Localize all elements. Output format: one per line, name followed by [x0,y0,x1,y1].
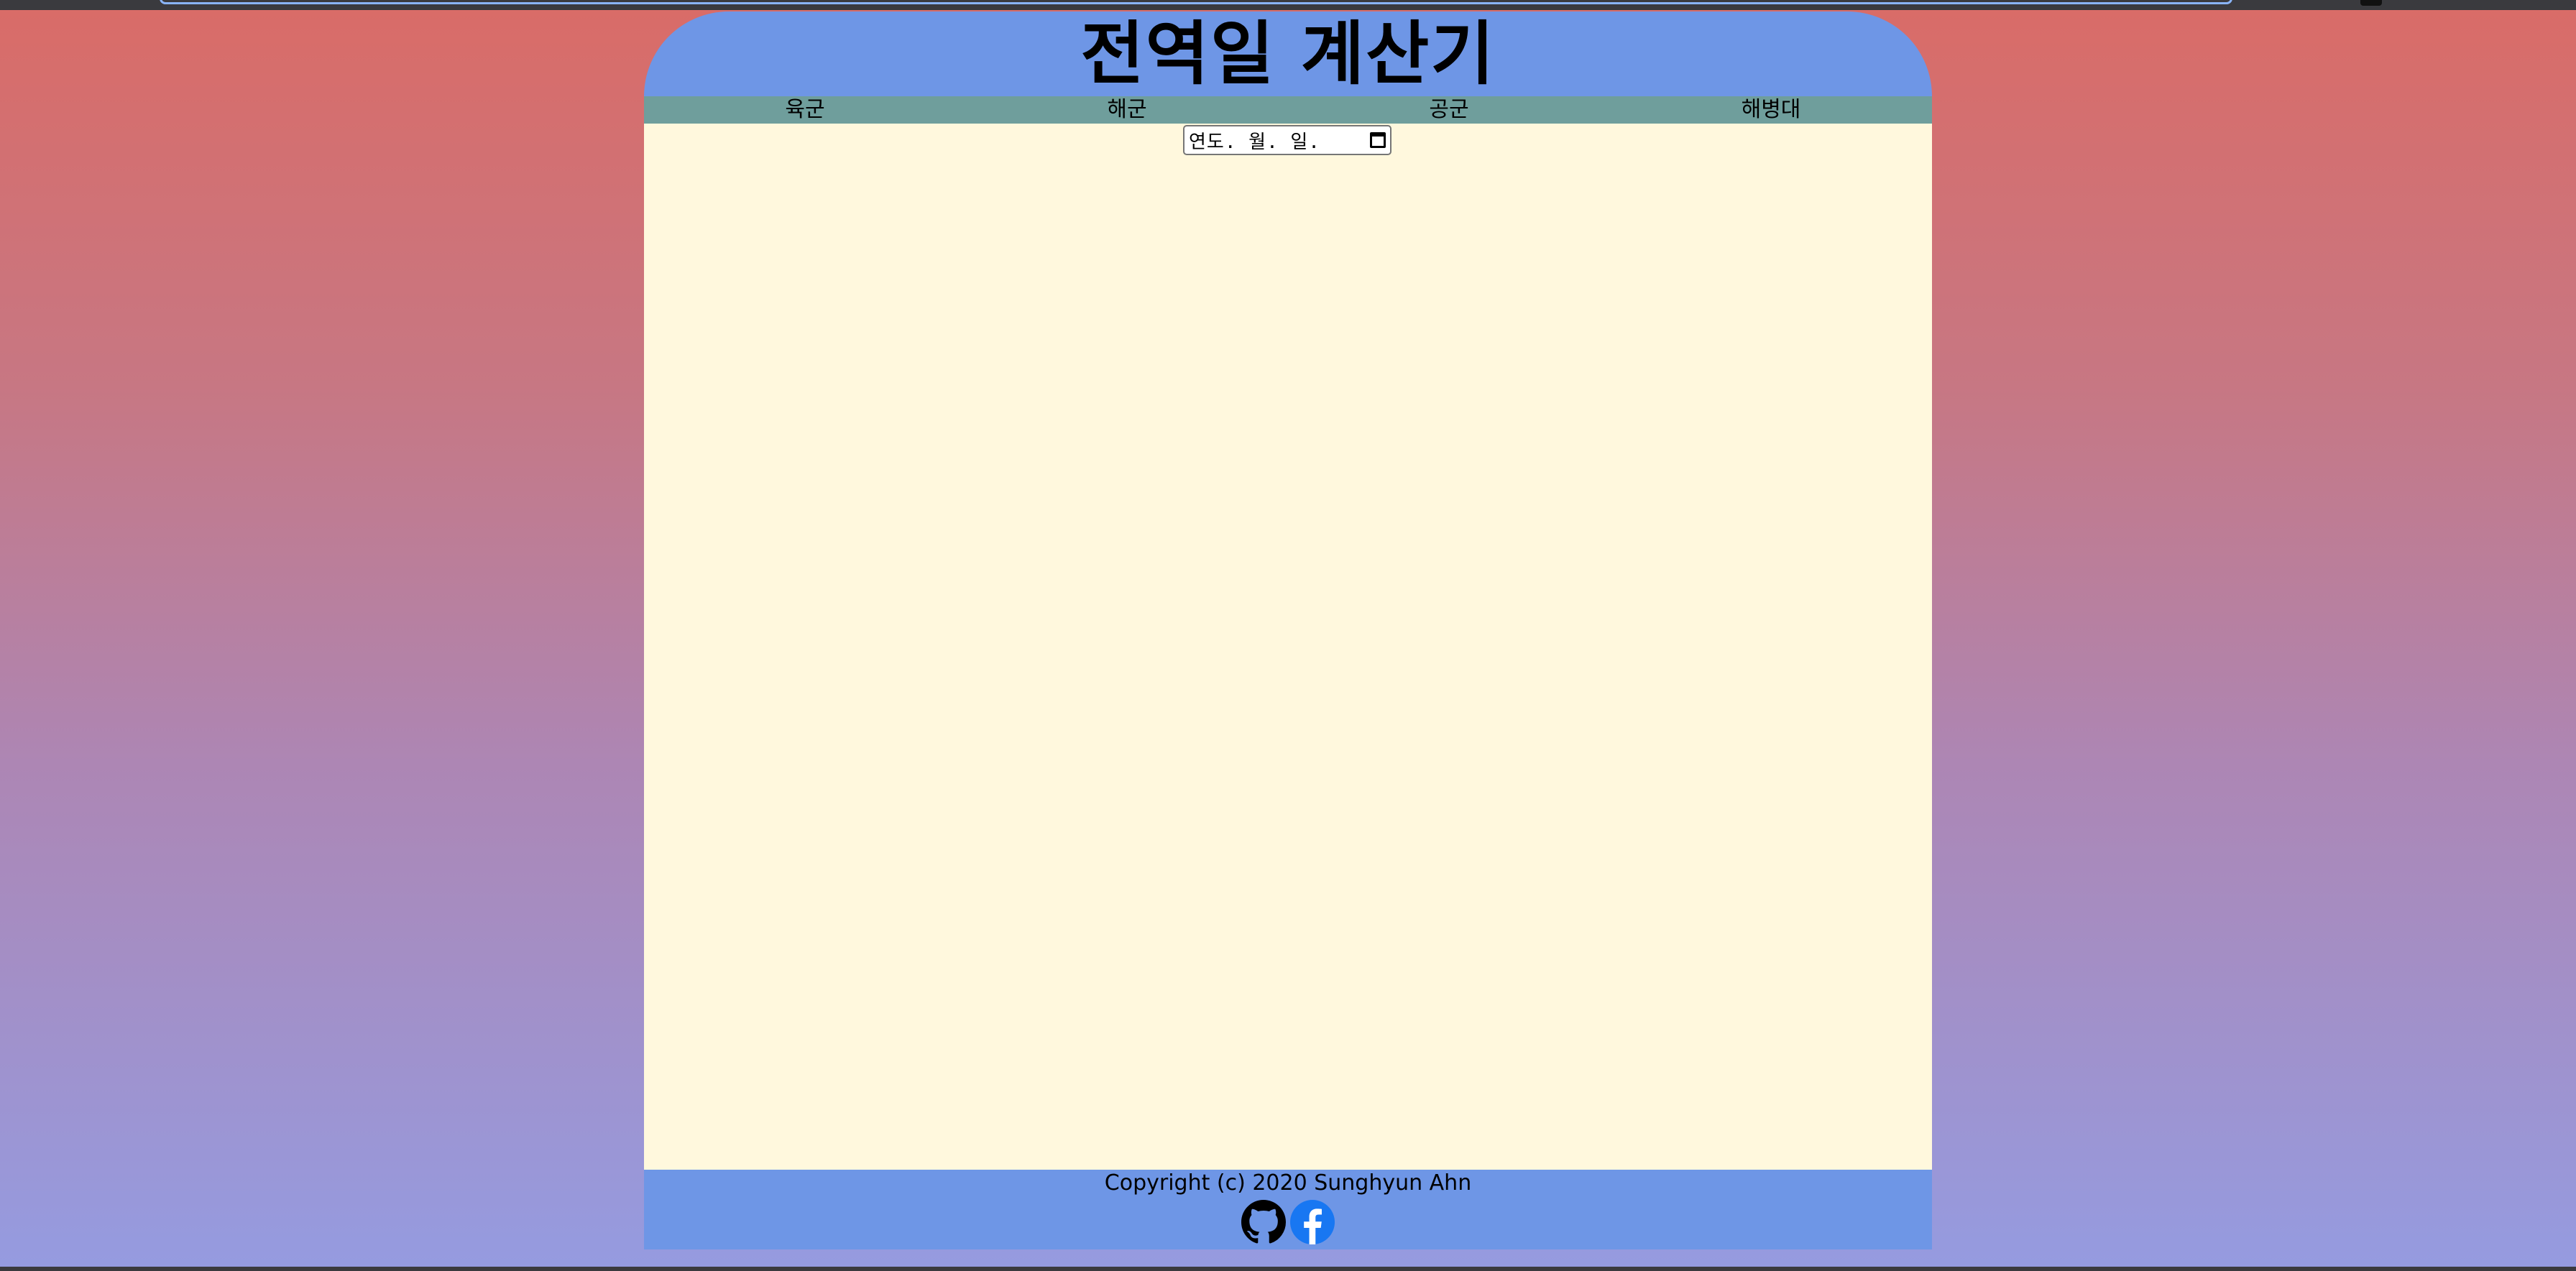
browser-bottom-bar [0,1267,2576,1271]
browser-extension-icon[interactable] [2360,0,2382,6]
app-container: 전역일 계산기 육군 해군 공군 해병대 연도. 월. 일. Copyright… [644,11,1932,1249]
page-header: 전역일 계산기 [644,11,1932,96]
nav-item-navy[interactable]: 해군 [966,96,1288,124]
browser-top-bar [0,0,2576,10]
nav-item-army[interactable]: 육군 [644,96,966,124]
page-title: 전역일 계산기 [1080,14,1496,94]
copyright-text: Copyright (c) 2020 Sunghyun Ahn [1104,1170,1472,1196]
facebook-icon[interactable] [1290,1200,1335,1244]
github-icon[interactable] [1241,1200,1286,1244]
nav-item-marines[interactable]: 해병대 [1610,96,1932,124]
page-footer: Copyright (c) 2020 Sunghyun Ahn [644,1170,1932,1249]
main-content: 연도. 월. 일. [644,124,1932,1170]
social-links [644,1200,1932,1244]
nav-item-air-force[interactable]: 공군 [1288,96,1610,124]
page-viewport: 전역일 계산기 육군 해군 공군 해병대 연도. 월. 일. Copyright… [0,10,2576,1267]
branch-nav: 육군 해군 공군 해병대 [644,96,1932,124]
calendar-icon[interactable] [1370,132,1386,148]
enlistment-date-input[interactable]: 연도. 월. 일. [1183,125,1392,155]
browser-url-bar[interactable] [160,0,2232,4]
date-input-placeholder: 연도. 월. 일. [1189,131,1320,153]
